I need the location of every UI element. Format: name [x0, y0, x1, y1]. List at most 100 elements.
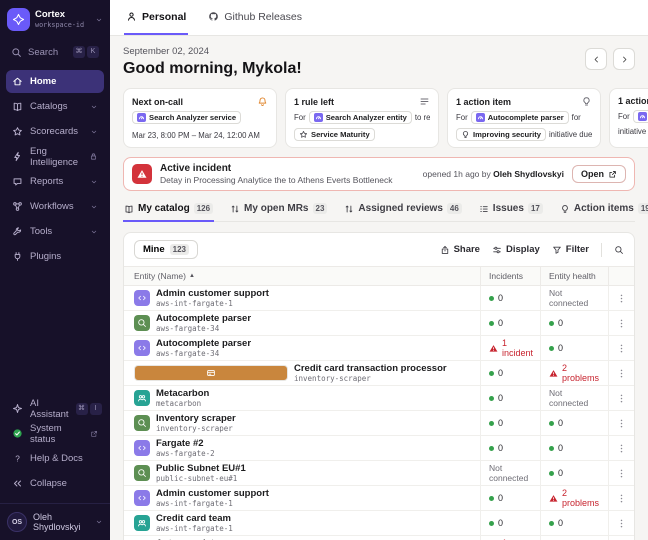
table-row[interactable]: Autocomplete parser aws-fargate-34 1 inc…	[124, 336, 634, 361]
sidebar-item-collapse[interactable]: Collapse	[6, 472, 104, 495]
sidebar-item-eng-intelligence[interactable]: Eng Intelligence	[6, 145, 104, 168]
entity-chip[interactable]: Search Analyzer service	[132, 111, 242, 124]
tab-my-open-mrs[interactable]: My open MRs 23	[229, 201, 328, 221]
green-status-dot	[549, 445, 554, 451]
table-search-button[interactable]	[614, 245, 624, 255]
health-cell: 0	[540, 436, 608, 460]
lock-icon	[89, 152, 98, 161]
entity-chip[interactable]: Search Analyzer entity	[308, 111, 412, 124]
bulb-icon	[560, 204, 570, 214]
action-item-card-2[interactable]: 1 action item For New e initiative due b	[609, 88, 648, 148]
prev-button[interactable]	[585, 48, 607, 70]
workflow-icon	[12, 201, 23, 212]
incidents-cell: 1 incident	[480, 536, 540, 540]
table-row[interactable]: Credit card team aws-int-fargate-1 0 0	[124, 511, 634, 536]
sidebar-item-reports[interactable]: Reports	[6, 170, 104, 193]
chevron-down-icon	[90, 103, 98, 111]
display-button[interactable]: Display	[492, 244, 540, 255]
table-row[interactable]: Admin customer support aws-int-fargate-1…	[124, 486, 634, 511]
sidebar-item-scorecards[interactable]: Scorecards	[6, 120, 104, 143]
tab-action-items[interactable]: Action items 19	[559, 201, 648, 221]
open-incident-button[interactable]: Open	[571, 165, 626, 183]
row-menu-button[interactable]	[608, 411, 634, 435]
card-title: Next on-call	[132, 96, 184, 107]
health-cell: 2 problems	[540, 361, 608, 385]
initiative-chip[interactable]: Improving security	[456, 128, 546, 141]
tab-my-catalog[interactable]: My catalog 126	[123, 201, 215, 222]
filter-button[interactable]: Filter	[552, 244, 589, 255]
mine-filter-button[interactable]: Mine 123	[134, 240, 198, 259]
cortex-logo-icon	[7, 8, 30, 31]
next-oncall-card[interactable]: Next on-call Search Analyzer service Mar…	[123, 88, 277, 148]
next-button[interactable]	[613, 48, 635, 70]
health-cell: 0	[540, 336, 608, 360]
row-menu-button[interactable]	[608, 511, 634, 535]
action-item-card[interactable]: 1 action item For Autocomplete parser fo…	[447, 88, 601, 148]
chevron-down-icon	[90, 203, 98, 211]
entity-mini-icon	[137, 113, 146, 122]
star-icon	[12, 126, 23, 137]
row-menu-button[interactable]	[608, 486, 634, 510]
incidents-cell: 0	[480, 361, 540, 385]
entity-chip[interactable]: New e	[632, 110, 648, 123]
sidebar-footer: AI Assistant ⌘ I System status ? Help & D…	[0, 397, 110, 499]
topbar-tabs: Personal Github Releases	[110, 0, 648, 36]
row-menu-button[interactable]	[608, 386, 634, 410]
column-entity[interactable]: Entity (Name) ▲	[124, 267, 480, 285]
kebab-icon	[616, 293, 627, 304]
table-row[interactable]: Credit card transaction processor invent…	[124, 361, 634, 386]
table-row[interactable]: Fargate #2 aws-fargate-2 0 0	[124, 436, 634, 461]
warning-icon	[132, 164, 152, 184]
share-button[interactable]: Share	[440, 244, 480, 255]
search-label: Search	[28, 46, 59, 58]
chevron-left-icon	[592, 55, 601, 64]
row-menu-button[interactable]	[608, 436, 634, 460]
sidebar-item-plugins[interactable]: Plugins	[6, 245, 104, 268]
user-menu[interactable]: OS Oleh Shydlovskyi	[0, 503, 110, 540]
sidebar-item-tools[interactable]: Tools	[6, 220, 104, 243]
sidebar-item-catalogs[interactable]: Catalogs	[6, 95, 104, 118]
sidebar-item-home[interactable]: Home	[6, 70, 104, 93]
row-menu-button[interactable]	[608, 536, 634, 540]
tab-assigned-reviews[interactable]: Assigned reviews 46	[343, 201, 462, 221]
table-row[interactable]: Public Subnet EU#1 public-subnet-eu#1 No…	[124, 461, 634, 486]
rules-list-icon	[419, 96, 430, 107]
green-status-dot	[549, 420, 554, 426]
card-title: 1 action item	[456, 96, 512, 107]
sidebar-item-system-status[interactable]: System status	[6, 422, 104, 445]
table-row[interactable]: Admin customer support aws-int-fargate-1…	[124, 286, 634, 311]
tab-github-releases[interactable]: Github Releases	[206, 0, 304, 35]
entity-slug: aws-int-fargate-1	[156, 524, 233, 533]
row-menu-button[interactable]	[608, 286, 634, 310]
workspace-switcher[interactable]: Cortex workspace-id	[0, 0, 110, 38]
sidebar-item-ai-assistant[interactable]: AI Assistant ⌘ I	[6, 397, 104, 420]
tab-personal[interactable]: Personal	[124, 0, 189, 35]
sidebar-item-help-docs[interactable]: ? Help & Docs	[6, 447, 104, 470]
row-menu-button[interactable]	[608, 461, 634, 485]
sidebar-item-workflows[interactable]: Workflows	[6, 195, 104, 218]
table-row[interactable]: Metacarbon metacarbon 0 Not connected	[124, 386, 634, 411]
active-incident-banner[interactable]: Active incident Detay in Processing Anal…	[123, 157, 635, 191]
row-menu-button[interactable]	[608, 361, 634, 385]
count-badge: 46	[446, 203, 462, 214]
table-row[interactable]: Autocomplete parser aws-fargate-34 0 0	[124, 311, 634, 336]
table-row[interactable]: Autocomplete parser aws-int-fargate-1 1 …	[124, 536, 634, 540]
scorecard-chip[interactable]: Service Maturity	[294, 128, 375, 141]
code-entity-icon	[134, 340, 150, 356]
row-menu-button[interactable]	[608, 311, 634, 335]
workspace-name: Cortex	[35, 9, 66, 20]
table-body: Admin customer support aws-int-fargate-1…	[124, 286, 634, 540]
entity-chip[interactable]: Autocomplete parser	[470, 111, 569, 124]
row-menu-button[interactable]	[608, 336, 634, 360]
rule-card[interactable]: 1 rule left For Search Analyzer entity t…	[285, 88, 439, 148]
keycap: ⌘	[73, 46, 85, 58]
sparkle-icon	[12, 403, 23, 414]
incidents-cell: 0	[480, 386, 540, 410]
green-status-dot	[489, 445, 494, 451]
tab-issues[interactable]: Issues 17	[478, 201, 544, 221]
table-row[interactable]: Inventory scraper inventory-scraper 0 0	[124, 411, 634, 436]
plug-icon	[12, 251, 23, 262]
sidebar-search[interactable]: Search ⌘ K	[6, 42, 104, 62]
sort-asc-icon: ▲	[188, 273, 195, 279]
kebab-icon	[616, 343, 627, 354]
